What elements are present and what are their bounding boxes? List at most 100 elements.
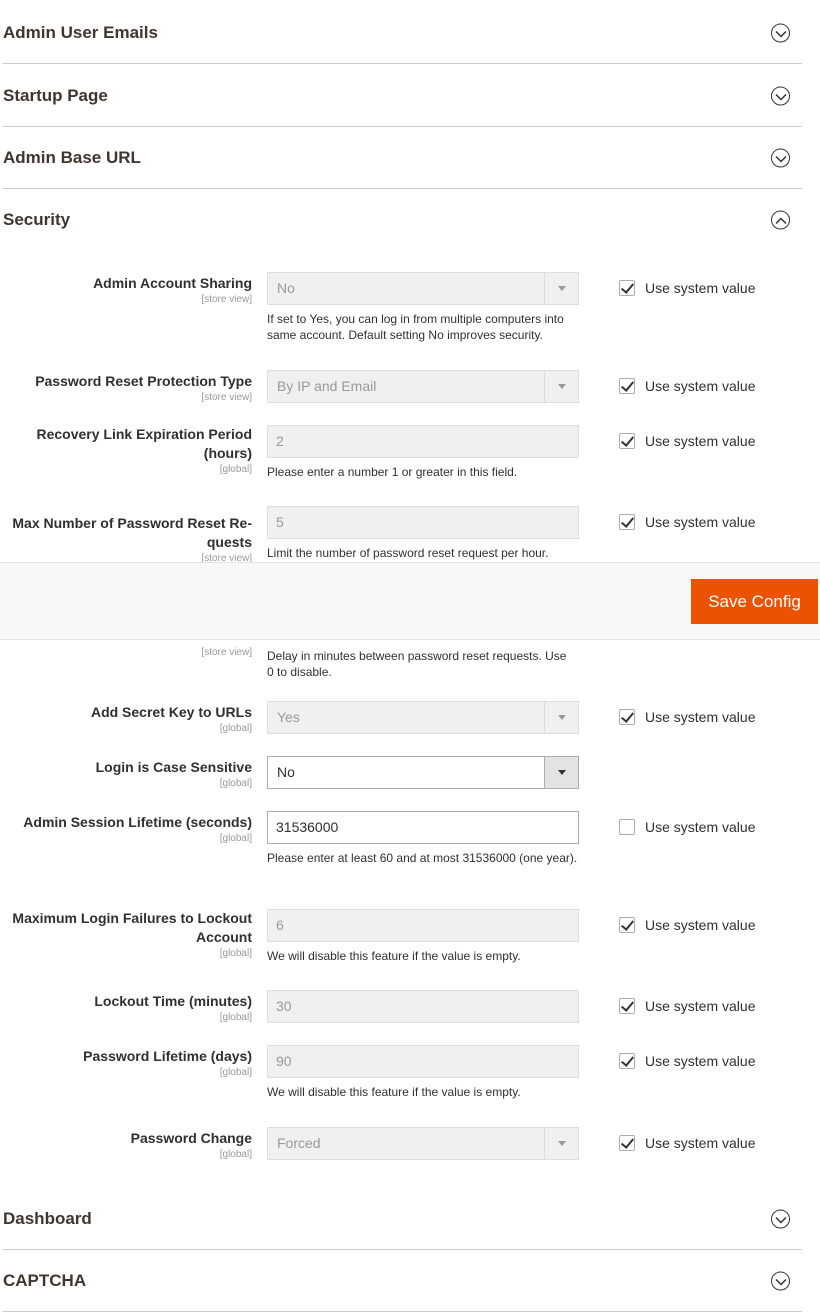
section-title: Dashboard — [3, 1208, 92, 1228]
use-system-value-checkbox[interactable]: Use system value — [619, 1053, 755, 1069]
text-input[interactable]: 90 — [267, 1045, 579, 1078]
chevron-down-icon[interactable] — [771, 86, 790, 105]
checkbox[interactable] — [619, 709, 635, 725]
select-field[interactable]: No — [267, 756, 579, 789]
section-title: Admin User Emails — [3, 22, 158, 42]
checkbox-label: Use system value — [645, 917, 756, 933]
field-scope: [global] — [219, 1149, 252, 1160]
field-scope: [global] — [219, 1012, 252, 1023]
dropdown-arrow-icon — [544, 273, 578, 304]
use-system-value-checkbox[interactable]: Use system value — [619, 819, 755, 835]
field-value: By IP and Email — [277, 378, 377, 394]
chevron-down-icon[interactable] — [771, 1209, 790, 1228]
dropdown-arrow-icon — [544, 1128, 578, 1159]
field-label: Login is Case Sensitive [global] — [0, 758, 252, 790]
text-input[interactable]: 31536000 — [267, 811, 579, 844]
checkbox-label: Use system value — [645, 998, 756, 1014]
chevron-down-icon[interactable] — [771, 1271, 790, 1290]
section-admin-user-emails[interactable]: Admin User Emails — [3, 2, 802, 64]
field-value: 6 — [276, 917, 284, 933]
chevron-down-icon[interactable] — [771, 23, 790, 42]
field-label: Password Change [global] — [0, 1129, 252, 1161]
field-label: Lockout Time (minutes) [global] — [0, 992, 252, 1024]
save-config-button[interactable]: Save Config — [691, 579, 818, 624]
section-captcha[interactable]: CAPTCHA — [3, 1250, 802, 1312]
field-label: Recovery Link Expiration Period (hours)[… — [0, 425, 252, 476]
use-system-value-checkbox[interactable]: Use system value — [619, 917, 755, 933]
section-startup-page[interactable]: Startup Page — [3, 65, 802, 127]
text-input[interactable]: 5 — [267, 506, 579, 539]
section-title: CAPTCHA — [3, 1270, 87, 1290]
select-field[interactable]: Forced — [267, 1127, 579, 1160]
section-security[interactable]: Security — [3, 189, 802, 251]
use-system-value-checkbox[interactable]: Use system value — [619, 709, 755, 725]
section-dashboard[interactable]: Dashboard — [3, 1188, 802, 1250]
field-value: 2 — [276, 433, 284, 449]
sticky-action-bar: Save Config — [0, 562, 820, 640]
checkbox[interactable] — [619, 998, 635, 1014]
text-input[interactable]: 30 — [267, 990, 579, 1023]
use-system-value-checkbox[interactable]: Use system value — [619, 514, 755, 530]
field-label: [store view] — [0, 646, 252, 659]
checkbox-label: Use system value — [645, 819, 756, 835]
field-scope: [store view] — [201, 647, 252, 658]
field-scope: [global] — [219, 778, 252, 789]
field-note: We will disable this feature if the valu… — [267, 949, 521, 963]
checkbox[interactable] — [619, 514, 635, 530]
field-value: Forced — [277, 1135, 321, 1151]
field-label: Max Number of Password Reset Re-quests [s… — [0, 514, 252, 565]
use-system-value-checkbox[interactable]: Use system value — [619, 280, 755, 296]
chevron-down-icon[interactable] — [771, 148, 790, 167]
checkbox[interactable] — [619, 1135, 635, 1151]
section-admin-base-url[interactable]: Admin Base URL — [3, 127, 802, 189]
field-label: Password Reset Protection Type [store vie… — [0, 372, 252, 404]
chevron-up-icon[interactable] — [771, 210, 790, 230]
checkbox-label: Use system value — [645, 514, 756, 530]
field-note: Delay in minutes between password reset … — [267, 649, 567, 679]
checkbox[interactable] — [619, 378, 635, 394]
checkbox[interactable] — [619, 280, 635, 296]
field-value: Yes — [277, 709, 300, 725]
use-system-value-checkbox[interactable]: Use system value — [619, 378, 755, 394]
checkbox[interactable] — [619, 1053, 635, 1069]
checkbox[interactable] — [619, 433, 635, 449]
use-system-value-checkbox[interactable]: Use system value — [619, 433, 755, 449]
field-scope: [global] — [219, 464, 252, 475]
checkbox-label: Use system value — [645, 378, 756, 394]
field-scope: [global] — [219, 723, 252, 734]
select-field[interactable]: Yes — [267, 701, 579, 734]
checkbox-label: Use system value — [645, 709, 756, 725]
field-note: Please enter a number 1 or greater in th… — [267, 465, 518, 479]
checkbox[interactable] — [619, 819, 635, 835]
field-scope: [global] — [219, 1067, 252, 1078]
field-label: Maximum Login Failures to Lockout Accoun… — [0, 909, 252, 960]
dropdown-arrow-icon — [544, 702, 578, 733]
checkbox[interactable] — [619, 917, 635, 933]
section-title: Startup Page — [3, 85, 108, 105]
field-value: 30 — [276, 998, 292, 1014]
field-note: Limit the number of password reset reque… — [267, 546, 549, 560]
field-value: No — [277, 764, 295, 780]
checkbox-label: Use system value — [645, 433, 756, 449]
field-label: Admin Session Lifetime (seconds) [global] — [0, 813, 252, 845]
select-field[interactable]: By IP and Email — [267, 370, 579, 403]
select-field[interactable]: No — [267, 272, 579, 305]
use-system-value-checkbox[interactable]: Use system value — [619, 998, 755, 1014]
field-value: 31536000 — [276, 819, 339, 835]
dropdown-arrow-icon — [544, 371, 578, 402]
field-note: If set to Yes, you can log in from multi… — [267, 312, 564, 342]
field-scope: [store view] — [201, 294, 252, 305]
field-label: Add Secret Key to URLs [global] — [0, 703, 252, 735]
use-system-value-checkbox[interactable]: Use system value — [619, 1135, 755, 1151]
field-value: No — [277, 280, 295, 296]
field-label: Admin Account Sharing [store view] — [0, 274, 252, 306]
field-value: 90 — [276, 1053, 292, 1069]
text-input[interactable]: 2 — [267, 425, 579, 458]
checkbox-label: Use system value — [645, 1135, 756, 1151]
checkbox-label: Use system value — [645, 1053, 756, 1069]
section-title: Admin Base URL — [3, 147, 141, 167]
checkbox-label: Use system value — [645, 280, 756, 296]
text-input[interactable]: 6 — [267, 909, 579, 942]
dropdown-arrow-icon — [544, 757, 578, 788]
field-note: We will disable this feature if the valu… — [267, 1085, 521, 1099]
